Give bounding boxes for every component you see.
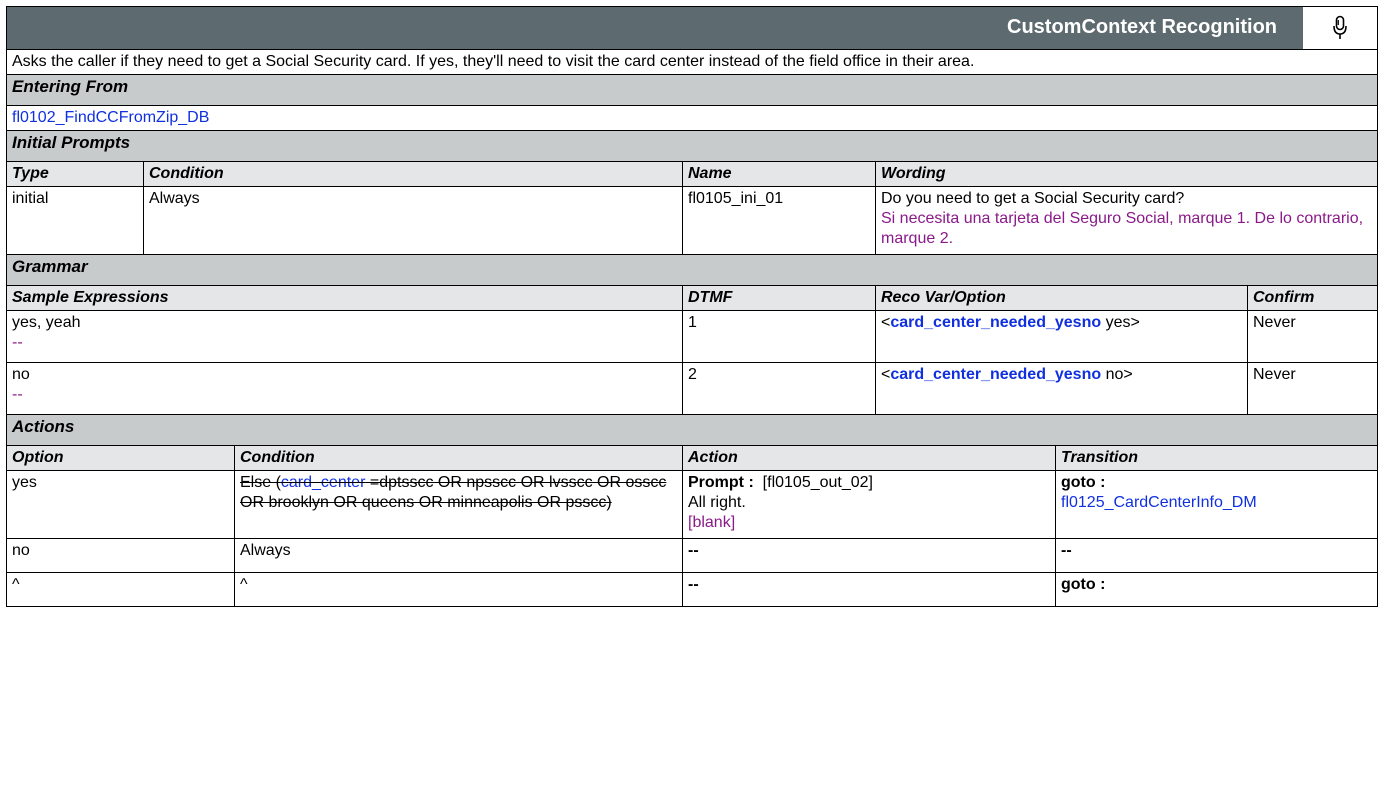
- grammar-confirm: Never: [1246, 310, 1379, 363]
- col-dtmf: DTMF: [682, 285, 876, 311]
- reco-var-link[interactable]: card_center_needed_yesno: [890, 314, 1101, 331]
- col-condition: Condition: [234, 445, 683, 471]
- page-title: CustomContext Recognition: [1007, 16, 1278, 38]
- action-condition: ^: [234, 572, 683, 607]
- prompt-row: initial Always fl0105_ini_01 Do you need…: [6, 186, 1379, 255]
- action-row: no Always -- --: [6, 538, 1379, 573]
- col-option: Option: [6, 445, 235, 471]
- col-action: Action: [682, 445, 1056, 471]
- col-confirm: Confirm: [1246, 285, 1379, 311]
- action-prompt: --: [682, 572, 1056, 607]
- action-transition: goto : fl0125_CardCenterInfo_DM: [1054, 470, 1379, 539]
- prompt-wording-es: Si necesita una tarjeta del Seguro Socia…: [881, 210, 1364, 247]
- card-center-link[interactable]: card_center: [281, 474, 366, 491]
- col-name: Name: [682, 161, 876, 187]
- prompt-type: initial: [6, 186, 144, 255]
- col-sample-expressions: Sample Expressions: [6, 285, 683, 311]
- microphone-icon: [1301, 7, 1378, 49]
- prompt-name: fl0105_ini_01: [682, 186, 876, 255]
- dialog-module-spec: CustomContext Recognition Asks the calle…: [5, 6, 1379, 607]
- action-prompt: --: [682, 538, 1056, 573]
- action-prompt: Prompt : [fl0105_out_02] All right. [bla…: [682, 470, 1056, 539]
- grammar-confirm: Never: [1246, 362, 1379, 415]
- grammar-dtmf: 2: [682, 362, 876, 415]
- action-option: ^: [6, 572, 235, 607]
- action-transition: goto :: [1054, 572, 1379, 607]
- state-header: CustomContext Recognition: [5, 6, 1379, 50]
- grammar-row: no -- 2 <card_center_needed_yesno no> Ne…: [6, 362, 1379, 415]
- col-wording: Wording: [874, 161, 1379, 187]
- grammar-dtmf: 1: [682, 310, 876, 363]
- col-type: Type: [6, 161, 144, 187]
- grammar-row: yes, yeah -- 1 <card_center_needed_yesno…: [6, 310, 1379, 363]
- section-entering-from: Entering From: [5, 74, 1379, 106]
- grammar-expr-es: --: [12, 386, 23, 403]
- description: Asks the caller if they need to get a So…: [5, 49, 1379, 75]
- entering-from-link[interactable]: fl0102_FindCCFromZip_DB: [12, 109, 209, 126]
- goto-link[interactable]: fl0125_CardCenterInfo_DM: [1061, 493, 1372, 513]
- action-condition: Else (card_center =dptsscc OR npsscc OR …: [234, 470, 683, 539]
- spec-table: CustomContext Recognition Asks the calle…: [5, 6, 1379, 415]
- prompt-wording-en: Do you need to get a Social Security car…: [881, 190, 1185, 207]
- grammar-reco-var: <card_center_needed_yesno yes>: [875, 310, 1248, 363]
- action-row: ^ ^ -- goto :: [6, 572, 1379, 607]
- action-condition: Always: [234, 538, 683, 573]
- section-grammar: Grammar: [5, 254, 1379, 286]
- action-option: yes: [6, 470, 235, 539]
- col-condition: Condition: [143, 161, 683, 187]
- grammar-expr: no: [12, 366, 30, 383]
- section-initial-prompts: Initial Prompts: [5, 130, 1379, 162]
- reco-var-link[interactable]: card_center_needed_yesno: [890, 366, 1101, 383]
- action-row: yes Else (card_center =dptsscc OR npsscc…: [6, 470, 1379, 539]
- grammar-expr-es: --: [12, 334, 23, 351]
- col-reco-var: Reco Var/Option: [875, 285, 1248, 311]
- prompt-condition: Always: [143, 186, 683, 255]
- action-option: no: [6, 538, 235, 573]
- section-actions: Actions: [5, 414, 1379, 446]
- grammar-expr: yes, yeah: [12, 314, 81, 331]
- grammar-reco-var: <card_center_needed_yesno no>: [875, 362, 1248, 415]
- col-transition: Transition: [1054, 445, 1379, 471]
- action-transition: --: [1054, 538, 1379, 573]
- actions-table: Actions Option Condition Action Transiti…: [5, 414, 1379, 607]
